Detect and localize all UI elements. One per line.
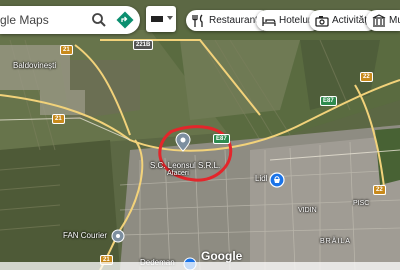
chip-muzee[interactable]: Muzee <box>366 10 400 31</box>
place-label-braila: BRĂILA <box>320 238 351 245</box>
place-label-pisc: PISC <box>353 200 370 207</box>
search-query-text[interactable]: gle Maps <box>0 13 49 27</box>
layers-icon <box>151 16 163 22</box>
fan-courier-pin <box>111 229 125 243</box>
road-badge-221b: 221B <box>133 40 154 50</box>
place-label-business[interactable]: S.C. Leonsul S.R.L. <box>150 161 220 170</box>
place-label-fan-courier[interactable]: FAN Courier <box>63 231 107 240</box>
road-badge-21: 21 <box>52 114 65 124</box>
road-badge-22: 22 <box>373 185 386 195</box>
chip-label: Muzee <box>389 15 400 26</box>
chevron-down-icon <box>167 16 173 20</box>
google-logo: Google <box>201 249 243 263</box>
fork-knife-icon <box>192 14 203 27</box>
museum-icon <box>372 13 386 27</box>
road-badge-e87: E87 <box>320 96 337 106</box>
road-badge-21: 21 <box>60 45 73 55</box>
place-label-lidl[interactable]: Lidl <box>255 174 267 183</box>
camera-icon <box>315 15 329 27</box>
directions-icon[interactable] <box>116 11 134 29</box>
bed-icon <box>262 16 276 26</box>
search-icon[interactable] <box>90 11 108 29</box>
attribution-bar <box>0 262 400 270</box>
layers-button[interactable] <box>146 6 176 32</box>
lidl-pin <box>269 172 285 188</box>
place-label-business-sub: Afaceri <box>167 170 189 177</box>
road-badge-e87: E87 <box>213 134 230 144</box>
place-label-vidin: VIDIN <box>298 207 317 214</box>
satellite-map[interactable] <box>0 0 400 270</box>
road-badge-22: 22 <box>360 72 373 82</box>
place-label-baldovinesti: Baldovinești <box>13 61 57 70</box>
search-box[interactable]: gle Maps <box>0 6 140 34</box>
